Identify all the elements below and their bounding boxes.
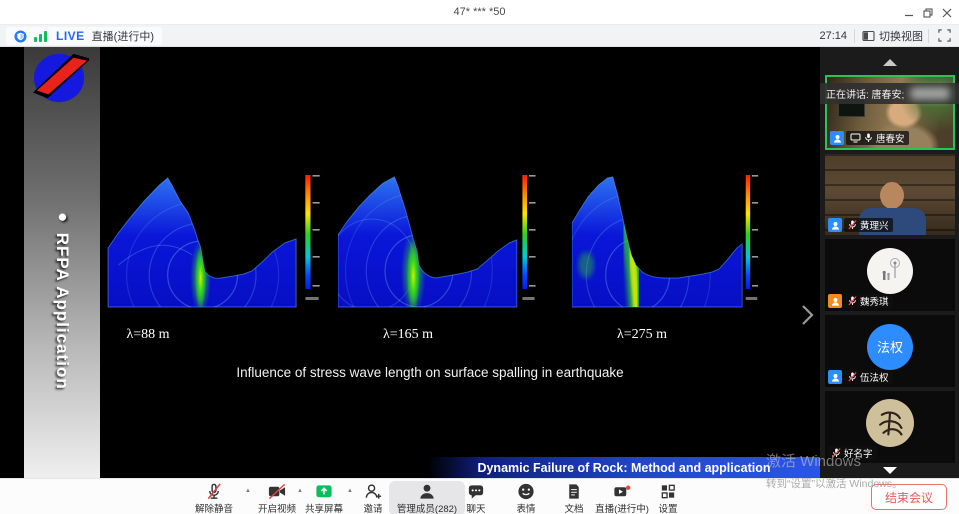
colorbar xyxy=(746,175,750,289)
meeting-window: 47* *** *50 LIVE 直播(进行中) xyxy=(0,0,959,514)
participant-tile-haomingzi[interactable]: 好名字 xyxy=(825,391,955,463)
rfpa-logo xyxy=(31,51,89,105)
microphone-muted-icon xyxy=(848,296,857,306)
microphone-muted-icon xyxy=(848,372,857,382)
monitor-chip-icon xyxy=(850,133,861,143)
live-broadcast-icon xyxy=(612,482,632,501)
participant-tile-weixiuqi[interactable]: 魏秀琪 xyxy=(825,239,955,311)
up-arrow-icon xyxy=(883,59,897,66)
simulation-image-1 xyxy=(104,147,330,322)
participant-name: 好名字 xyxy=(844,446,873,460)
settings-button[interactable]: 设置 xyxy=(632,482,704,514)
slide-caption: Influence of stress wave length on surfa… xyxy=(120,365,740,380)
title-bar: 47* *** *50 xyxy=(0,0,959,25)
invite-icon xyxy=(363,482,383,501)
participant-name: 伍法权 xyxy=(860,370,889,384)
live-status-text[interactable]: 直播(进行中) xyxy=(92,28,154,44)
down-arrow-icon xyxy=(883,467,897,474)
scroll-up-arrow[interactable] xyxy=(820,59,959,66)
person-chip-icon xyxy=(828,218,842,232)
next-chevron-icon[interactable] xyxy=(798,303,816,327)
microphone-muted-icon xyxy=(832,448,841,458)
window-title: 47* *** *50 xyxy=(0,0,959,25)
apps-grid-icon xyxy=(658,482,678,501)
participant-name: 唐春安 xyxy=(876,131,905,145)
sim-label-2: λ=165 m xyxy=(368,327,448,343)
participant-tile-huanglixing[interactable]: 黄理兴 xyxy=(825,154,955,235)
restore-icon[interactable] xyxy=(920,5,936,20)
sim-label-1: λ=88 m xyxy=(108,327,188,343)
status-bar: LIVE 直播(进行中) 27:14 切换视图 xyxy=(0,25,959,47)
person-chip-icon xyxy=(828,294,842,308)
minimize-icon[interactable] xyxy=(901,5,917,20)
presentation-title-band: Dynamic Failure of Rock: Method and appl… xyxy=(428,457,820,478)
microphone-muted-icon xyxy=(204,482,224,501)
slide-vertical-title: ● RFPA Application xyxy=(24,207,100,507)
colorbar xyxy=(522,175,527,289)
members-icon xyxy=(417,482,437,501)
chat-icon xyxy=(466,482,486,501)
bottom-toolbar: 解除静音 ▲ 开启视频 ▲ 共享屏幕 ▲ xyxy=(0,478,959,514)
colorbar xyxy=(305,175,310,289)
close-icon[interactable] xyxy=(939,5,955,20)
switch-view-label: 切换视图 xyxy=(879,28,923,44)
participant-name: 黄理兴 xyxy=(860,218,889,232)
sim-label-3: λ=275 m xyxy=(602,327,682,343)
avatar: 法权 xyxy=(867,324,913,370)
blurred-names xyxy=(910,87,950,100)
avatar xyxy=(867,248,913,294)
shield-icon[interactable] xyxy=(14,30,27,43)
end-meeting-button[interactable]: 结束会议 xyxy=(871,484,947,510)
camera-off-icon xyxy=(267,482,287,501)
emoji-icon xyxy=(516,482,536,501)
scroll-down-arrow[interactable] xyxy=(820,467,959,474)
simulation-image-2 xyxy=(338,147,545,322)
divider xyxy=(854,29,855,43)
person-chip-icon xyxy=(828,370,842,384)
meeting-duration: 27:14 xyxy=(819,25,847,47)
document-icon xyxy=(564,482,584,501)
shared-screen-area: ● RFPA Application xyxy=(0,47,820,478)
live-badge: LIVE xyxy=(56,29,85,43)
fullscreen-icon[interactable] xyxy=(938,29,951,45)
microphone-muted-icon xyxy=(848,220,857,230)
person-chip-icon xyxy=(830,131,844,145)
presentation-title: Dynamic Failure of Rock: Method and appl… xyxy=(477,461,770,475)
participants-panel: 唐春安 正在讲话: 唐春安; xyxy=(820,47,959,478)
screen-share-icon xyxy=(314,482,334,501)
switch-view-icon xyxy=(862,30,875,42)
participant-name: 魏秀琪 xyxy=(860,294,889,308)
signal-bars-icon xyxy=(34,30,49,42)
divider xyxy=(928,29,929,43)
live-status-group: LIVE 直播(进行中) xyxy=(6,27,162,45)
avatar xyxy=(866,399,914,447)
switch-view-button[interactable]: 切换视图 xyxy=(862,25,923,47)
microphone-on-icon xyxy=(864,133,873,143)
participant-tile-wufaquan[interactable]: 法权 伍法权 xyxy=(825,315,955,387)
simulation-image-3 xyxy=(572,147,767,322)
unmute-button[interactable]: 解除静音 xyxy=(178,482,250,514)
person-silhouette xyxy=(880,182,904,209)
speaking-banner: 正在讲话: 唐春安; xyxy=(820,83,959,104)
